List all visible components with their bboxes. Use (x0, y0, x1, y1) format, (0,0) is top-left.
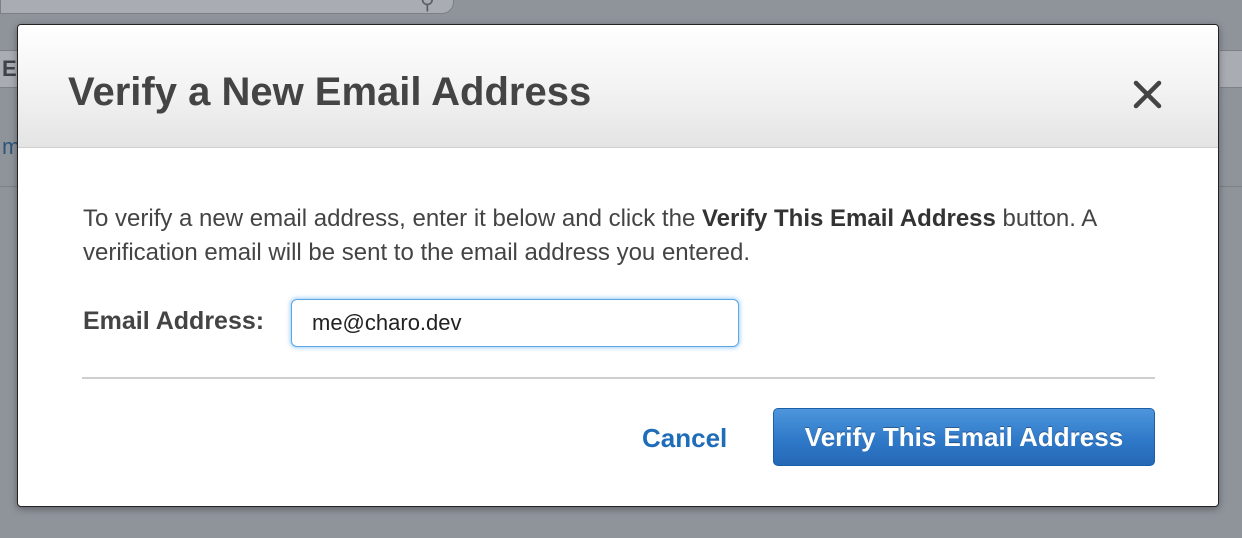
dialog-title: Verify a New Email Address (68, 70, 592, 114)
dialog-body: To verify a new email address, enter it … (18, 148, 1218, 506)
backdrop-toolbar-right (1220, 50, 1242, 88)
backdrop-left-text: E (2, 56, 17, 81)
verify-email-dialog: Verify a New Email Address To verify a n… (17, 24, 1219, 507)
email-address-label: Email Address: (83, 307, 265, 335)
verify-email-button[interactable]: Verify This Email Address (773, 408, 1155, 466)
backdrop-search-field (0, 0, 454, 14)
cancel-button[interactable]: Cancel (642, 423, 727, 454)
dialog-divider (82, 377, 1155, 379)
close-button[interactable] (1128, 75, 1168, 115)
close-icon (1133, 80, 1162, 109)
dialog-description: To verify a new email address, enter it … (83, 202, 1173, 270)
email-address-input[interactable] (291, 299, 739, 347)
description-bold: Verify This Email Address (701, 205, 996, 232)
dialog-header: Verify a New Email Address (18, 25, 1218, 148)
search-icon: ⚲ (420, 0, 435, 14)
description-prefix: To verify a new email address, enter it … (83, 205, 702, 232)
